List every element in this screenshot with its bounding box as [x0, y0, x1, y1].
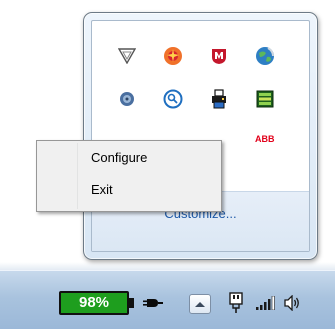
taskbar-glow	[0, 262, 335, 270]
speaker-icon[interactable]	[282, 292, 302, 314]
notification-overflow-flyout: ABB Customize...	[83, 12, 318, 260]
signal-bars-icon[interactable]	[254, 294, 276, 312]
flyout-content: ABB Customize...	[91, 20, 310, 252]
menu-item-configure[interactable]: Configure	[40, 147, 218, 169]
battery-percent: 98%	[78, 294, 110, 311]
menu-item-exit[interactable]: Exit	[40, 179, 218, 201]
svg-text:ABB: ABB	[255, 134, 275, 144]
taskbar: 98%	[0, 270, 335, 329]
network-plug-icon[interactable]	[226, 291, 246, 315]
battery-indicator[interactable]: 98%	[59, 291, 134, 315]
globe-icon[interactable]	[254, 45, 276, 67]
printer-icon[interactable]	[208, 88, 230, 110]
red-orange-star-icon[interactable]	[162, 45, 184, 67]
power-plug-icon[interactable]	[142, 293, 164, 313]
disc-icon[interactable]	[116, 88, 138, 110]
triangle-icon[interactable]	[116, 45, 138, 67]
abb-logo-icon[interactable]: ABB	[254, 127, 278, 149]
show-hidden-icons-button[interactable]	[189, 294, 211, 314]
search-circle-icon[interactable]	[162, 88, 184, 110]
green-grid-icon[interactable]	[254, 88, 276, 110]
chevron-up-icon	[195, 302, 205, 307]
tray-context-menu: Configure Exit	[36, 140, 222, 212]
mcafee-shield-icon[interactable]	[208, 45, 230, 67]
